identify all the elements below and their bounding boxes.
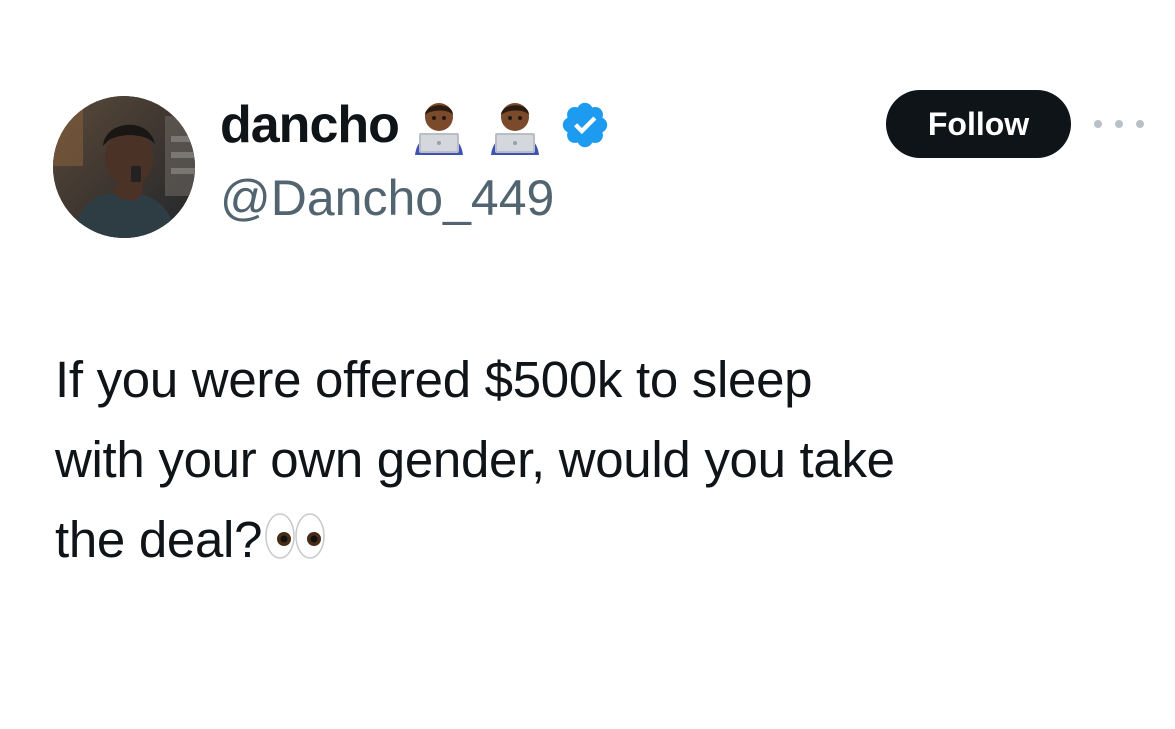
more-dot <box>1136 120 1144 128</box>
more-dot <box>1094 120 1102 128</box>
author-handle[interactable]: @Dancho_449 <box>220 168 554 228</box>
tweet-card: dancho @Dancho_449 Follow If you were of… <box>0 0 1175 729</box>
eyes-icon <box>264 504 326 559</box>
verified-badge-icon[interactable] <box>559 99 611 151</box>
tweet-text-line-last: the deal? <box>55 500 1165 580</box>
technologist-dark-skin-icon <box>485 95 545 155</box>
display-name[interactable]: dancho <box>220 99 400 151</box>
avatar[interactable] <box>53 96 195 238</box>
tweet-text-line: with your own gender, would you take <box>55 431 895 488</box>
more-dot <box>1115 120 1123 128</box>
follow-button[interactable]: Follow <box>886 90 1071 158</box>
tweet-text-line: the deal? <box>55 511 263 568</box>
avatar-photo <box>53 96 195 238</box>
more-options-icon[interactable] <box>1094 112 1144 136</box>
technologist-dark-skin-icon <box>409 95 469 155</box>
tweet-text-line: If you were offered $500k to sleep <box>55 351 813 408</box>
tweet-text: If you were offered $500k to sleep with … <box>55 340 1165 580</box>
author-name-row: dancho <box>220 92 611 158</box>
